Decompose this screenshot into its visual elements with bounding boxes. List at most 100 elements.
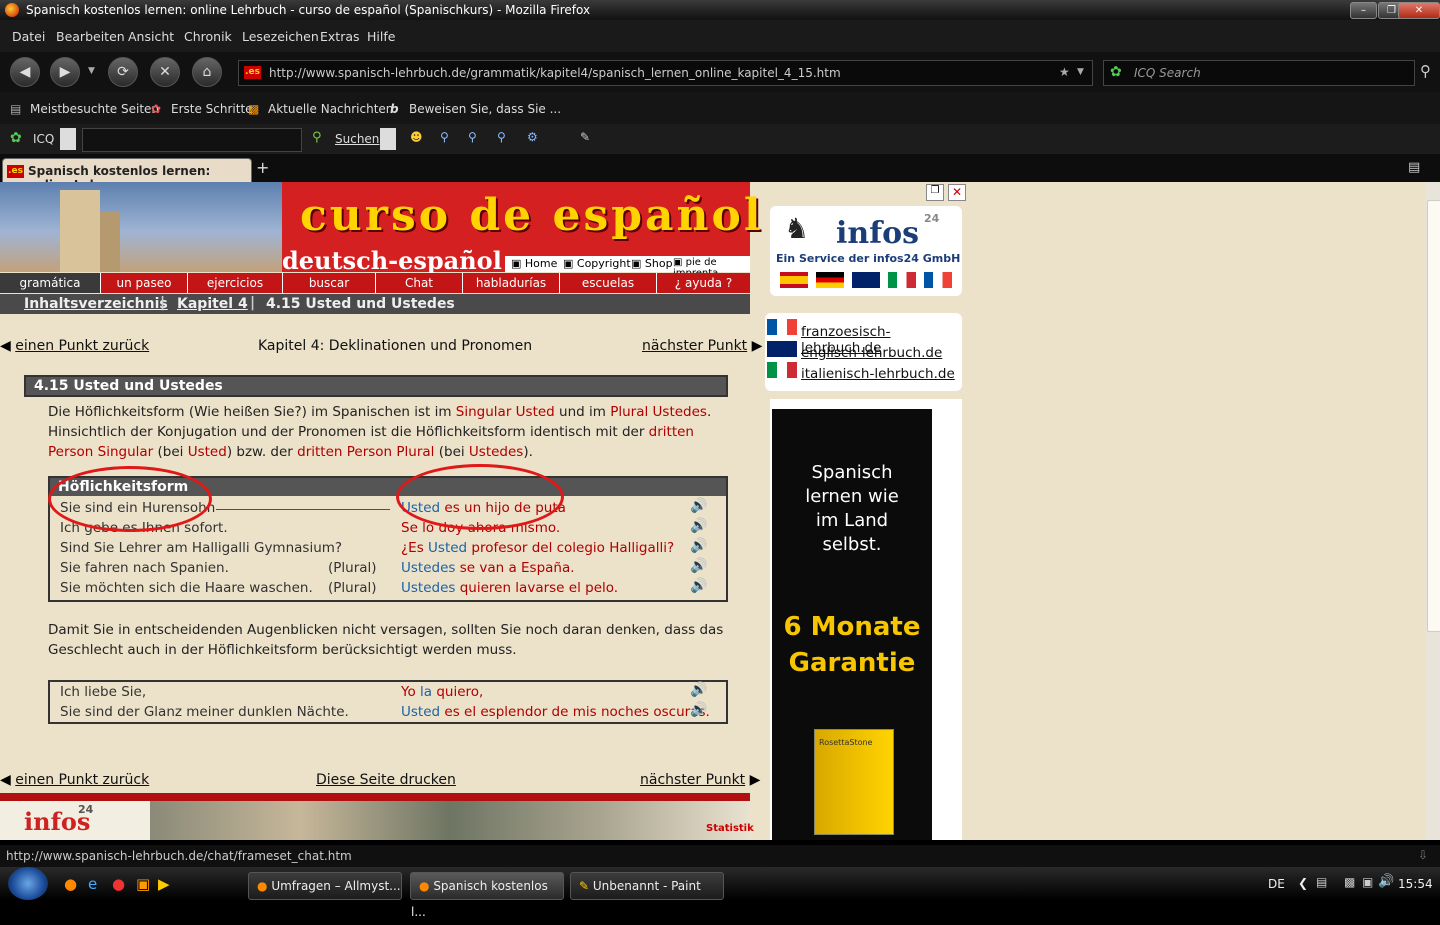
table-row-es: Yo la quiero, xyxy=(401,684,484,700)
start-button[interactable] xyxy=(8,867,48,900)
media-quicklaunch-icon[interactable]: ▶ xyxy=(158,875,170,893)
app-quicklaunch-icon[interactable]: ▣ xyxy=(136,875,150,893)
back-arrow-icon[interactable]: ◀ xyxy=(10,57,40,87)
history-dropdown-icon[interactable]: ▼ xyxy=(88,66,95,76)
chrome-quicklaunch-icon[interactable]: ● xyxy=(112,875,125,893)
menu-bar: Datei Bearbeiten Ansicht Chronik Lesezei… xyxy=(0,20,1440,52)
close-ad-icon[interactable]: ✕ xyxy=(948,184,966,201)
speaker-icon[interactable]: 🔊 xyxy=(690,682,707,698)
zoom-out-icon[interactable]: ⚲ xyxy=(497,130,506,144)
link-shop[interactable]: ▣ Shop xyxy=(631,257,673,270)
ie-quicklaunch-icon[interactable]: e xyxy=(88,875,97,893)
new-tab-button[interactable]: + xyxy=(256,158,269,177)
nav-paseo[interactable]: un paseo xyxy=(101,273,188,293)
download-arrow-icon[interactable]: ⇩ xyxy=(1418,848,1428,862)
pager-next-top[interactable]: nächster Punkt ▶ xyxy=(642,338,762,354)
menu-extras[interactable]: Extras xyxy=(320,29,360,44)
bookmark-star-icon[interactable]: ★ xyxy=(1059,65,1070,79)
icq-search-button[interactable]: Suchen xyxy=(335,132,379,146)
infos24-box[interactable]: ♞ infos 24 Ein Service der infos24 GmbH xyxy=(770,206,962,296)
speaker-icon[interactable]: 🔊 xyxy=(690,578,707,594)
icq-dropdown[interactable] xyxy=(60,128,76,150)
nav-chat[interactable]: Chat xyxy=(376,273,463,293)
forward-arrow-icon[interactable]: ▶ xyxy=(50,57,80,87)
restore-ad-icon[interactable]: ❐ xyxy=(926,184,944,201)
tray-monitor-icon[interactable]: ▣ xyxy=(1362,875,1373,889)
reload-icon[interactable]: ⟳ xyxy=(108,57,138,87)
menu-datei[interactable]: Datei xyxy=(12,29,45,44)
scrollbar-thumb[interactable] xyxy=(1427,200,1440,632)
tower-shape-2 xyxy=(100,212,120,272)
menu-ansicht[interactable]: Ansicht xyxy=(128,29,174,44)
print-page-link[interactable]: Diese Seite drucken xyxy=(316,772,456,788)
language-indicator[interactable]: DE xyxy=(1268,877,1285,891)
intro-paragraph: Die Höflichkeitsform (Wie heißen Sie?) i… xyxy=(48,404,712,460)
search-input[interactable]: ✿ ICQ Search xyxy=(1103,60,1415,86)
nav-gramatica[interactable]: gramática xyxy=(0,273,101,293)
search-icon[interactable]: ⚲ xyxy=(1420,62,1431,80)
speaker-icon[interactable]: 🔊 xyxy=(690,518,707,534)
minimize-button[interactable]: – xyxy=(1350,2,1377,19)
pen-icon[interactable]: ✎ xyxy=(580,130,590,144)
search-options-dropdown[interactable] xyxy=(380,128,396,150)
bookmark-most-visited[interactable]: Meistbesuchte Seiten xyxy=(30,102,159,116)
bookmark-news[interactable]: Aktuelle Nachrichten xyxy=(268,102,393,116)
menu-bearbeiten[interactable]: Bearbeiten xyxy=(56,29,125,44)
speaker-icon[interactable]: 🔊 xyxy=(690,538,707,554)
annotation-circle-right xyxy=(396,464,564,530)
rosetta-ad[interactable]: Spanisch lernen wie im Land selbst. 6 Mo… xyxy=(772,409,932,840)
rss-icon: ▩ xyxy=(248,102,260,116)
url-dropdown-icon[interactable]: ▼ xyxy=(1077,67,1084,77)
zoom-icon[interactable]: ⚲ xyxy=(440,130,449,144)
task-paint[interactable]: ✎ Unbenannt - Paint xyxy=(570,872,724,900)
speaker-icon[interactable]: 🔊 xyxy=(690,702,707,718)
icq-label[interactable]: ICQ xyxy=(33,132,54,146)
icq-search-input[interactable] xyxy=(82,128,302,152)
bookmark-beweisen[interactable]: Beweisen Sie, dass Sie ... xyxy=(409,102,561,116)
breadcrumb-toc[interactable]: Inhaltsverzeichnis xyxy=(24,296,168,312)
url-bar[interactable]: .es http://www.spanisch-lehrbuch.de/gram… xyxy=(238,60,1093,86)
nav-buscar[interactable]: buscar xyxy=(283,273,376,293)
menu-chronik[interactable]: Chronik xyxy=(184,29,232,44)
breadcrumb-chapter[interactable]: Kapitel 4 xyxy=(177,296,248,312)
table-row-es: Usted es el esplendor de mis noches oscu… xyxy=(401,704,710,720)
table-row-de: Sie möchten sich die Haare waschen. xyxy=(60,580,313,596)
footer-statistik[interactable]: Statistik xyxy=(706,823,754,834)
table-row-es: ¿Es Usted profesor del colegio Halligall… xyxy=(401,540,675,556)
link-englisch[interactable]: englisch-lehrbuch.de xyxy=(801,345,942,361)
joystick-icon[interactable]: ⚙ xyxy=(527,130,538,144)
clock[interactable]: 15:54 xyxy=(1398,877,1433,891)
nav-escuelas[interactable]: escuelas xyxy=(560,273,657,293)
link-italienisch[interactable]: italienisch-lehrbuch.de xyxy=(801,366,955,382)
breadcrumb-sep: | xyxy=(250,295,256,311)
home-icon[interactable]: ⌂ xyxy=(192,57,222,87)
volume-icon[interactable]: 🔊 xyxy=(1378,874,1394,889)
tray-network-icon[interactable]: ▩ xyxy=(1344,875,1355,889)
speaker-icon[interactable]: 🔊 xyxy=(690,558,707,574)
nav-habladurias[interactable]: habladurías xyxy=(463,273,560,293)
speaker-icon[interactable]: 🔊 xyxy=(690,498,707,514)
menu-lesezeichen[interactable]: Lesezeichen xyxy=(242,29,319,44)
nav-ejercicios[interactable]: ejercicios xyxy=(188,273,283,293)
pager-next-bottom[interactable]: nächster Punkt ▶ xyxy=(640,772,760,788)
stop-icon[interactable]: ✕ xyxy=(150,57,180,87)
task-spanisch[interactable]: ● Spanisch kostenlos l... xyxy=(410,872,564,919)
close-button[interactable]: ✕ xyxy=(1398,2,1440,19)
link-home[interactable]: ▣ Home xyxy=(511,257,557,270)
firefox-quicklaunch-icon[interactable]: ● xyxy=(64,875,77,893)
smiley-icon[interactable]: ☻ xyxy=(410,130,423,144)
bookmark-first-steps[interactable]: Erste Schritte xyxy=(171,102,253,116)
tab-list-icon[interactable]: ▤ xyxy=(1408,160,1420,175)
link-copyright[interactable]: ▣ Copyright xyxy=(563,257,631,270)
pager-prev-top[interactable]: ◀ einen Punkt zurück xyxy=(0,338,149,354)
pager-prev-bottom[interactable]: ◀ einen Punkt zurück xyxy=(0,772,149,788)
tray-expand-icon[interactable]: ❮ xyxy=(1298,876,1308,890)
flag-uk-icon xyxy=(852,272,880,288)
tab-spanisch[interactable]: .es Spanisch kostenlos lernen: online Le… xyxy=(2,158,252,192)
tray-app-icon[interactable]: ▤ xyxy=(1316,875,1327,889)
task-umfragen[interactable]: ● Umfragen – Allmyst... xyxy=(248,872,402,900)
zoom-in-icon[interactable]: ⚲ xyxy=(468,130,477,144)
menu-hilfe[interactable]: Hilfe xyxy=(367,29,395,44)
section-title: 4.15 Usted und Ustedes xyxy=(34,378,223,394)
nav-ayuda[interactable]: ¿ ayuda ? xyxy=(657,273,750,293)
